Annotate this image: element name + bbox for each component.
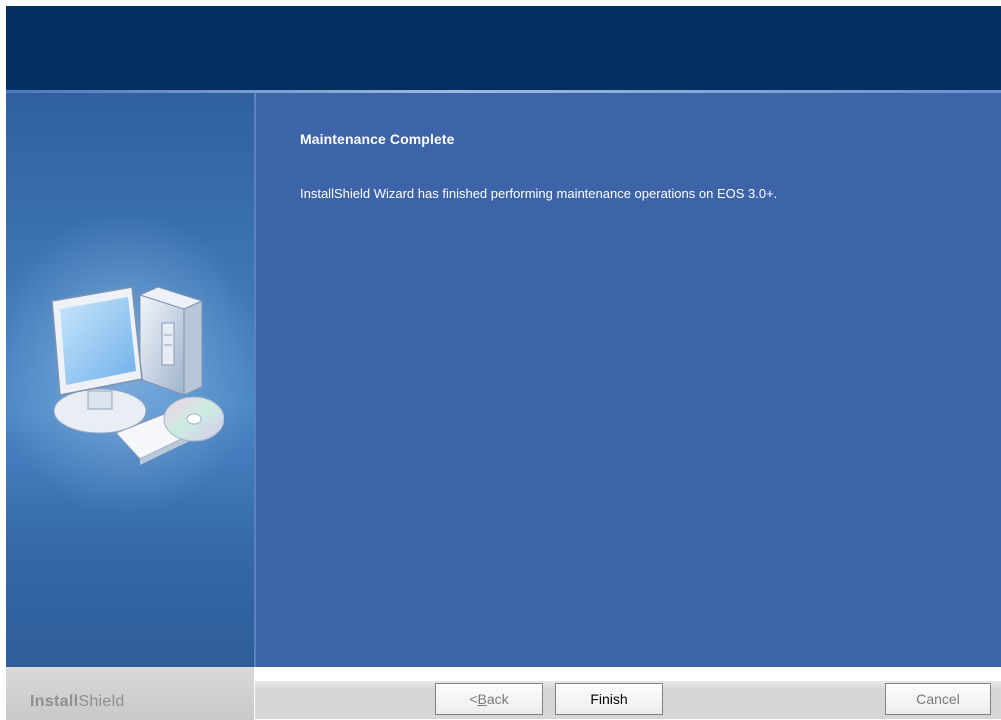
computer-with-cd-icon [51,286,224,465]
brand-area: InstallShield [6,667,254,720]
back-button-prefix: < [469,691,478,707]
header-banner [6,6,1001,90]
logo-shield-text: Shield [78,693,125,710]
completion-message: InstallShield Wizard has finished perfor… [300,186,778,201]
button-area: < Back Finish Cancel [255,680,1001,719]
installshield-wizard-window: Maintenance Complete InstallShield Wizar… [6,6,1001,720]
logo-install-text: Install [30,693,79,710]
button-bar: InstallShield < Back Finish Cancel [6,667,1001,720]
back-button-mnemonic: B [477,691,487,707]
back-button[interactable]: < Back [435,683,543,715]
finish-button[interactable]: Finish [555,683,663,715]
side-panel [6,93,254,667]
cancel-button[interactable]: Cancel [885,683,991,715]
installshield-logo: InstallShield [30,693,125,711]
back-button-label: ack [486,691,509,707]
page-title: Maintenance Complete [300,131,455,147]
content-panel: Maintenance Complete InstallShield Wizar… [256,93,1001,667]
